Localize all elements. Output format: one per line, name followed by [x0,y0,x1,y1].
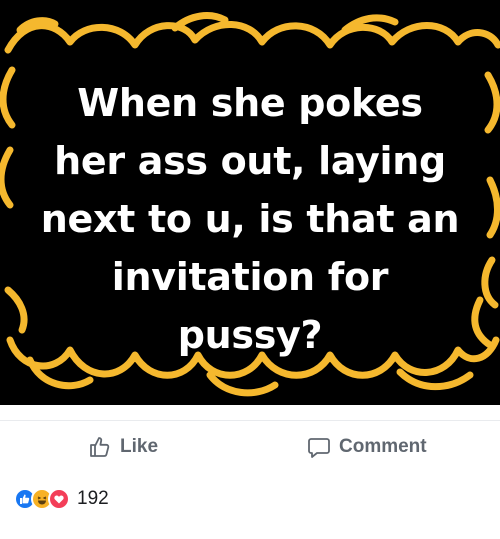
image-text-line: her ass out, laying [54,139,446,183]
comment-label: Comment [339,436,427,457]
comment-button[interactable]: Comment [307,433,427,461]
post-action-bar: Like Comment [0,420,500,470]
reaction-icons [14,488,70,510]
reaction-count: 192 [77,488,109,509]
like-button[interactable]: Like [88,433,158,461]
image-text-line: pussy? [177,313,323,357]
image-text-line: invitation for [111,255,389,299]
love-reaction-icon [48,488,70,510]
image-text-line: When she pokes [77,81,423,125]
post-image-text: When she pokes her ass out, laying next … [40,74,460,364]
comment-bubble-icon [307,435,331,459]
thumbs-up-icon [88,435,112,459]
reactions-summary[interactable]: 192 [14,485,109,513]
like-label: Like [120,436,159,457]
separator [0,405,500,417]
image-text-line: next to u, is that an [40,197,460,241]
post-image[interactable]: When she pokes her ass out, laying next … [0,0,500,405]
